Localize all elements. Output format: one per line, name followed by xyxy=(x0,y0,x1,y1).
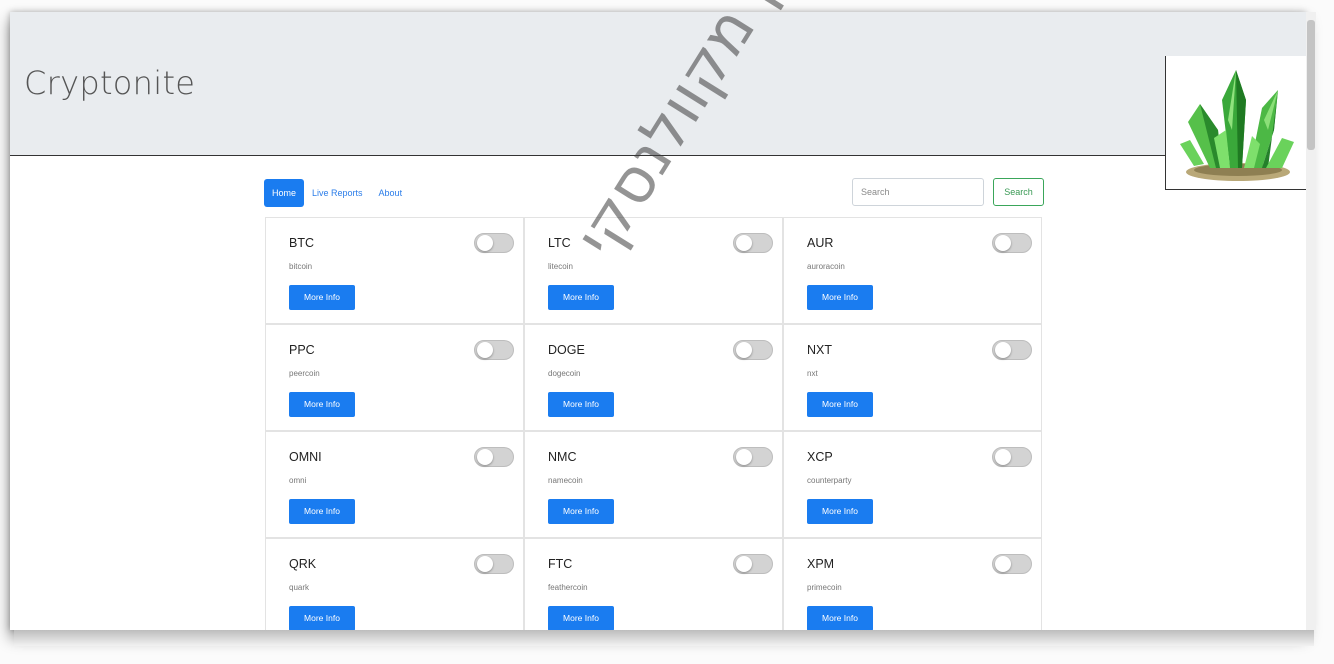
coin-symbol: QRK xyxy=(289,557,317,571)
logo xyxy=(1165,56,1306,190)
toggle-knob xyxy=(477,342,493,358)
coin-toggle[interactable] xyxy=(474,447,514,467)
coin-symbol: NMC xyxy=(548,450,577,464)
nav-about[interactable]: About xyxy=(371,179,411,207)
more-info-button[interactable]: More Info xyxy=(807,285,873,310)
coin-card: AUR auroracoin More Info xyxy=(783,217,1042,324)
coin-name: quark xyxy=(289,583,310,592)
coin-name: omni xyxy=(289,476,307,485)
coin-card: DOGE dogecoin More Info xyxy=(524,324,783,431)
more-info-button[interactable]: More Info xyxy=(807,499,873,524)
coin-card: NMC namecoin More Info xyxy=(524,431,783,538)
main-nav: Home Live Reports About xyxy=(264,179,410,207)
browser-viewport: Cryptonite Home Live Reports About Searc… xyxy=(10,12,1306,630)
green-crystal-logo-icon xyxy=(1180,70,1294,181)
scrollbar-thumb[interactable] xyxy=(1307,20,1315,150)
frame-shadow xyxy=(14,630,1314,646)
coin-card: XPM primecoin More Info xyxy=(783,538,1042,630)
coin-toggle[interactable] xyxy=(992,554,1032,574)
toggle-knob xyxy=(995,235,1011,251)
coin-symbol: XCP xyxy=(807,450,833,464)
toggle-knob xyxy=(477,556,493,572)
coin-toggle[interactable] xyxy=(733,554,773,574)
coin-toggle[interactable] xyxy=(992,233,1032,253)
coin-grid: BTC bitcoin More Info LTC litecoin More … xyxy=(265,217,1042,630)
site-title: Cryptonite xyxy=(24,64,196,102)
toggle-knob xyxy=(995,449,1011,465)
coin-name: nxt xyxy=(807,369,818,378)
coin-card: FTC feathercoin More Info xyxy=(524,538,783,630)
coin-card: LTC litecoin More Info xyxy=(524,217,783,324)
coin-symbol: PPC xyxy=(289,343,315,357)
coin-name: auroracoin xyxy=(807,262,845,271)
coin-symbol: DOGE xyxy=(548,343,585,357)
nav-home[interactable]: Home xyxy=(264,179,305,207)
coin-name: peercoin xyxy=(289,369,320,378)
more-info-button[interactable]: More Info xyxy=(807,392,873,417)
coin-name: dogecoin xyxy=(548,369,581,378)
toggle-knob xyxy=(995,342,1011,358)
coin-symbol: FTC xyxy=(548,557,573,571)
coin-symbol: LTC xyxy=(548,236,571,250)
page-header: Cryptonite xyxy=(10,12,1306,156)
toggle-knob xyxy=(995,556,1011,572)
toggle-knob xyxy=(736,235,752,251)
coin-name: counterparty xyxy=(807,476,852,485)
nav-live-reports[interactable]: Live Reports xyxy=(304,179,371,207)
toggle-knob xyxy=(736,342,752,358)
toggle-knob xyxy=(477,449,493,465)
coin-symbol: XPM xyxy=(807,557,835,571)
coin-toggle[interactable] xyxy=(474,233,514,253)
more-info-button[interactable]: More Info xyxy=(807,606,873,630)
coin-card: OMNI omni More Info xyxy=(265,431,524,538)
coin-card: NXT nxt More Info xyxy=(783,324,1042,431)
coin-toggle[interactable] xyxy=(733,447,773,467)
more-info-button[interactable]: More Info xyxy=(289,392,355,417)
toggle-knob xyxy=(736,449,752,465)
coin-symbol: NXT xyxy=(807,343,832,357)
more-info-button[interactable]: More Info xyxy=(548,499,614,524)
coin-card: BTC bitcoin More Info xyxy=(265,217,524,324)
coin-toggle[interactable] xyxy=(733,340,773,360)
toggle-knob xyxy=(736,556,752,572)
more-info-button[interactable]: More Info xyxy=(289,499,355,524)
more-info-button[interactable]: More Info xyxy=(548,285,614,310)
coin-name: namecoin xyxy=(548,476,583,485)
coin-card: QRK quark More Info xyxy=(265,538,524,630)
coin-toggle[interactable] xyxy=(992,447,1032,467)
coin-symbol: OMNI xyxy=(289,450,322,464)
coin-symbol: BTC xyxy=(289,236,314,250)
coin-name: feathercoin xyxy=(548,583,588,592)
coin-name: primecoin xyxy=(807,583,842,592)
toggle-knob xyxy=(477,235,493,251)
coin-name: bitcoin xyxy=(289,262,313,271)
more-info-button[interactable]: More Info xyxy=(548,392,614,417)
coin-toggle[interactable] xyxy=(992,340,1032,360)
coin-symbol: AUR xyxy=(807,236,834,250)
coin-card: XCP counterparty More Info xyxy=(783,431,1042,538)
coin-toggle[interactable] xyxy=(474,340,514,360)
coin-toggle[interactable] xyxy=(733,233,773,253)
coin-card: PPC peercoin More Info xyxy=(265,324,524,431)
coin-name: litecoin xyxy=(548,262,573,271)
search-input[interactable] xyxy=(852,178,984,206)
search-button[interactable]: Search xyxy=(993,178,1044,206)
more-info-button[interactable]: More Info xyxy=(548,606,614,630)
more-info-button[interactable]: More Info xyxy=(289,606,355,630)
more-info-button[interactable]: More Info xyxy=(289,285,355,310)
coin-toggle[interactable] xyxy=(474,554,514,574)
